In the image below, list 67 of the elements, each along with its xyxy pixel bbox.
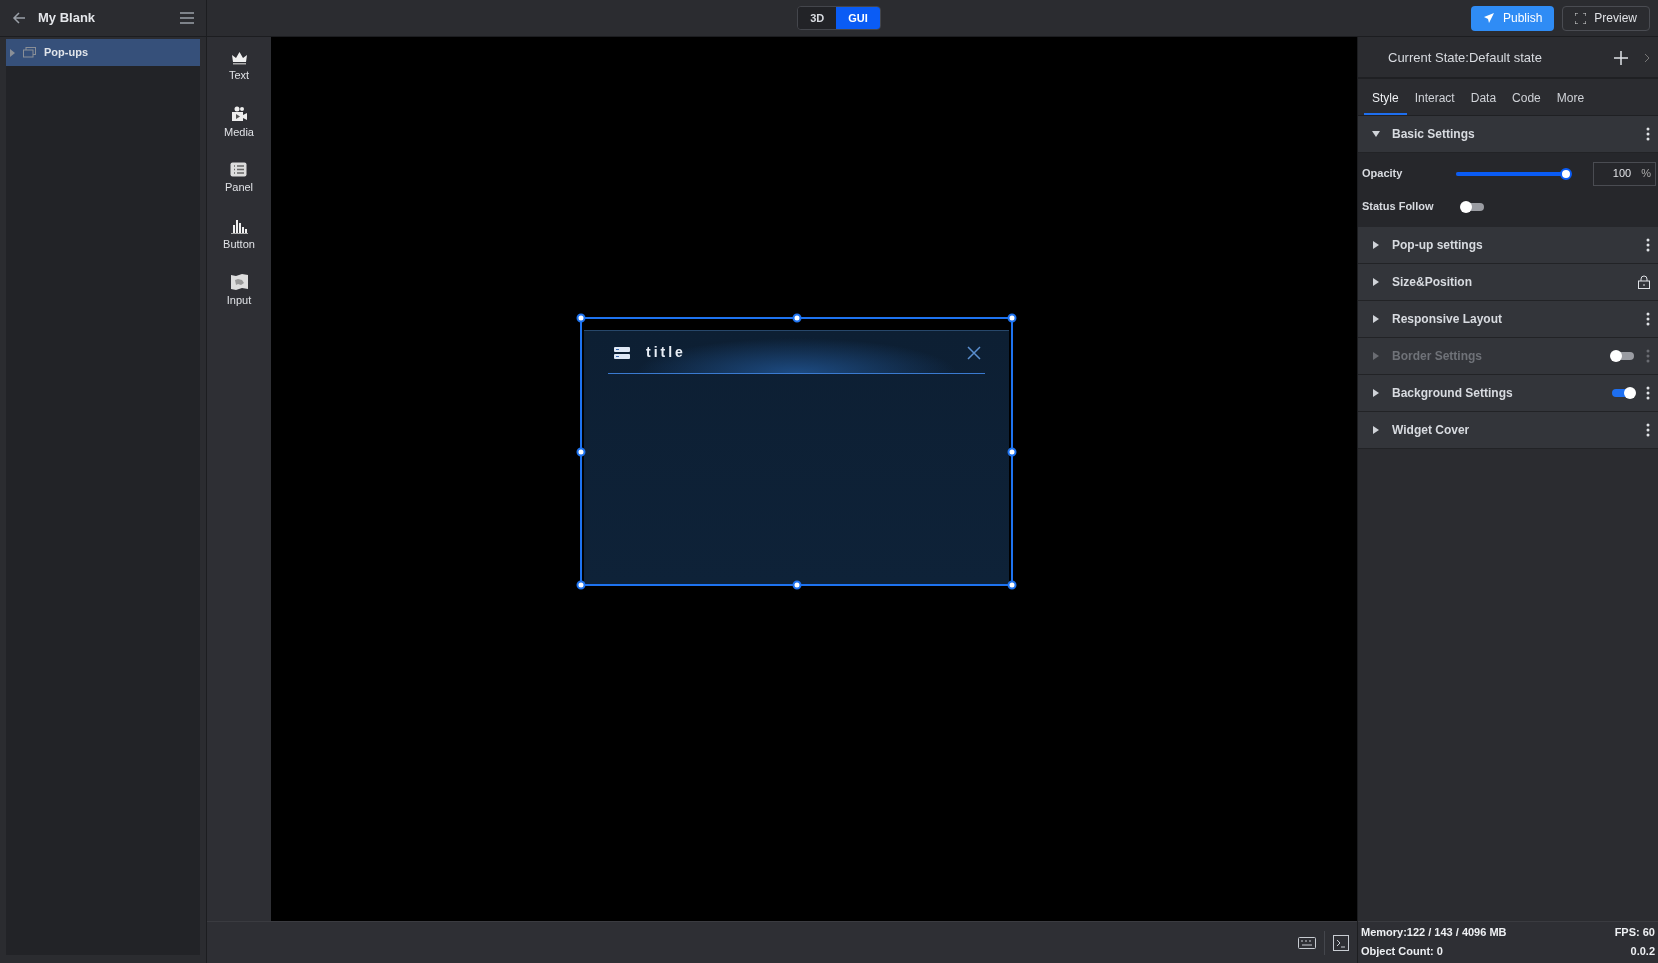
resize-handle[interactable] (792, 580, 801, 590)
resize-handle[interactable] (1007, 447, 1017, 456)
widget-tool[interactable]: Input (226, 274, 252, 309)
expand-caret-icon[interactable] (1372, 389, 1380, 397)
layers-icon (23, 47, 36, 58)
property-tab[interactable]: Data (1462, 83, 1505, 115)
object-count: Object Count: 0 (1361, 943, 1444, 959)
resize-handle[interactable] (576, 580, 586, 590)
property-tab[interactable]: More (1548, 83, 1593, 115)
terminal-icon[interactable] (1333, 934, 1349, 951)
crown-icon (230, 51, 248, 65)
memory-usage: Memory:122 / 143 / 4096 MB (1361, 925, 1508, 940)
more-options-icon[interactable] (1646, 423, 1650, 437)
paper-plane-icon (1482, 12, 1495, 24)
video-camera-icon (230, 105, 248, 122)
property-tab[interactable]: Code (1504, 83, 1549, 115)
section-title[interactable]: Background Settings (1392, 384, 1513, 402)
section-title[interactable]: Widget Cover (1392, 421, 1470, 439)
popup-title: title (646, 343, 686, 362)
chevron-right-icon[interactable] (1644, 53, 1650, 63)
mode-tab[interactable]: 3D (798, 7, 837, 29)
fps-readout: FPS: 60 (1613, 925, 1655, 940)
more-options-icon[interactable] (1646, 127, 1650, 141)
more-options-icon[interactable] (1646, 312, 1650, 326)
project-name: My Blank (38, 9, 96, 28)
list-panel-icon (230, 162, 248, 177)
expand-caret-icon[interactable] (1372, 426, 1380, 434)
opacity-input[interactable]: 100 % (1593, 161, 1656, 186)
back-arrow-icon[interactable] (12, 11, 26, 25)
toggle-switch[interactable] (1612, 389, 1634, 397)
keyboard-icon[interactable] (1298, 936, 1316, 949)
menu-icon[interactable] (180, 12, 194, 24)
version-label: 0.0.2 (1629, 943, 1655, 959)
map-icon (230, 274, 248, 290)
layer-item[interactable]: Pop-ups (6, 39, 200, 66)
more-options-icon[interactable] (1646, 238, 1650, 252)
fullscreen-icon (1575, 12, 1587, 24)
property-tab[interactable]: Interact (1406, 83, 1463, 115)
expand-caret-icon[interactable] (1372, 278, 1380, 286)
widget-tool[interactable]: Panel (224, 162, 254, 196)
toggle-switch[interactable] (1462, 202, 1484, 211)
section-title[interactable]: Pop-up settings (1392, 236, 1483, 254)
server-icon (614, 346, 630, 359)
section-title[interactable]: Responsive Layout (1392, 310, 1503, 328)
current-state-label: Current State:Default state (1388, 49, 1542, 68)
widget-tool[interactable]: Text (228, 51, 250, 84)
expand-caret-icon[interactable] (1372, 315, 1380, 323)
widget-tool[interactable]: Media (224, 105, 254, 140)
add-icon[interactable] (1614, 51, 1628, 65)
bar-chart-icon (230, 217, 248, 234)
expand-caret-icon[interactable] (1372, 130, 1380, 138)
resize-handle[interactable] (576, 447, 586, 456)
section-title[interactable]: Size&Position (1392, 273, 1472, 291)
section-title[interactable]: Basic Settings (1392, 125, 1475, 143)
lock-icon[interactable] (1638, 275, 1650, 289)
field-label: Status Follow (1362, 199, 1435, 215)
widget-tool[interactable]: Button (223, 217, 255, 252)
field-label: Opacity (1362, 166, 1404, 182)
expand-caret-icon[interactable] (1372, 241, 1380, 249)
resize-handle[interactable] (1007, 580, 1017, 590)
resize-handle[interactable] (576, 313, 586, 323)
mode-tab[interactable]: GUI (836, 7, 880, 29)
close-icon[interactable] (967, 345, 981, 360)
more-options-icon[interactable] (1646, 386, 1650, 400)
preview-button[interactable]: Preview (1562, 5, 1650, 31)
resize-handle[interactable] (1007, 313, 1017, 323)
resize-handle[interactable] (792, 313, 801, 323)
